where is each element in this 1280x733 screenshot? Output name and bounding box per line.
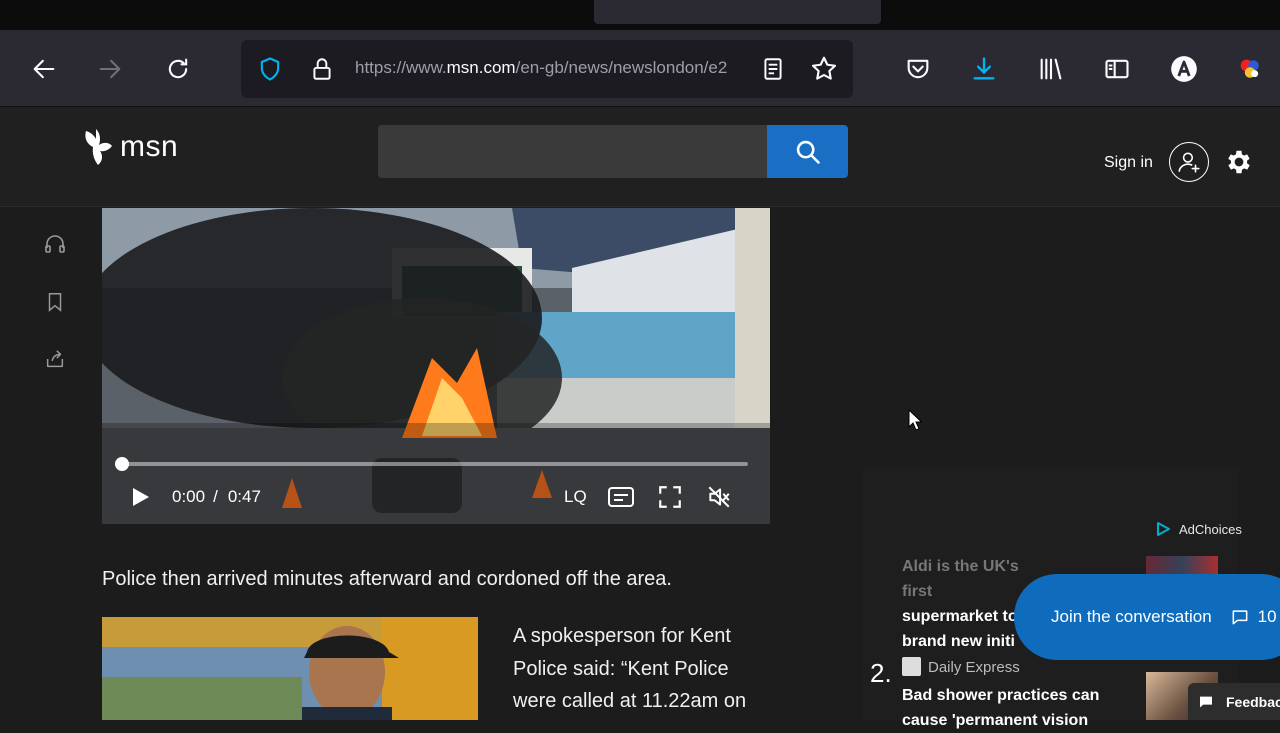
mouse-cursor-icon xyxy=(908,409,922,431)
extensions-button[interactable] xyxy=(1228,30,1272,107)
sidebar-icon xyxy=(1105,59,1129,78)
time-separator: / xyxy=(213,487,218,506)
reload-button[interactable] xyxy=(156,30,200,107)
quality-button[interactable]: LQ xyxy=(564,482,587,512)
msn-logo[interactable]: msn xyxy=(82,127,178,167)
pocket-button[interactable] xyxy=(896,30,940,107)
driver-photo xyxy=(102,617,478,720)
comment-count: 10 xyxy=(1230,607,1277,627)
trending-story-2[interactable]: Bad shower practices can cause 'permanen… xyxy=(902,683,1122,733)
download-icon xyxy=(973,56,995,80)
search-button[interactable] xyxy=(767,125,848,178)
share-button[interactable] xyxy=(42,346,68,372)
settings-button[interactable] xyxy=(1224,147,1254,177)
url-path: /en-gb/news/newslondon/e2 xyxy=(515,58,728,77)
browser-tab-strip xyxy=(0,0,1280,30)
bookmark-star-icon[interactable] xyxy=(809,54,839,84)
feedback-icon xyxy=(1200,696,1212,707)
quote-line: were called at 11.22am on xyxy=(513,690,747,712)
play-icon xyxy=(133,488,149,506)
active-tab[interactable] xyxy=(594,0,881,24)
captions-button[interactable] xyxy=(607,482,635,512)
add-user-icon xyxy=(1178,152,1200,173)
article-image[interactable] xyxy=(102,617,478,720)
story-source[interactable]: Daily Express xyxy=(928,659,1020,676)
feedback-label: Feedback xyxy=(1226,693,1280,710)
library-button[interactable] xyxy=(1029,30,1073,107)
lock-icon[interactable] xyxy=(307,54,337,84)
downloads-button[interactable] xyxy=(962,30,1006,107)
search-icon xyxy=(796,140,820,164)
comment-icon xyxy=(1232,610,1248,625)
logo-text: msn xyxy=(120,130,179,163)
quote-line: A spokesperson for Kent xyxy=(513,625,731,647)
arrow-left-icon xyxy=(33,59,55,78)
pocket-icon xyxy=(907,59,929,78)
site-header: msn Sign in xyxy=(0,107,1280,207)
save-article-button[interactable] xyxy=(42,289,68,315)
butterfly-icon xyxy=(85,129,112,165)
join-label: Join the conversation xyxy=(1051,607,1212,626)
fullscreen-button[interactable] xyxy=(657,482,683,512)
bookmark-icon xyxy=(48,293,62,312)
reader-view-icon[interactable] xyxy=(758,54,788,84)
join-conversation-button[interactable]: Join the conversation 10 xyxy=(1014,574,1280,660)
account-letter-icon xyxy=(1171,55,1197,82)
captions-icon xyxy=(608,487,634,507)
comment-count-value: 10 xyxy=(1257,607,1277,626)
quote-line: Police said: “Kent Police xyxy=(513,657,729,680)
color-balls-icon xyxy=(1240,59,1259,78)
headphones-icon xyxy=(45,235,65,253)
url-text[interactable]: https://www.msn.com/en-gb/news/newslondo… xyxy=(355,58,745,78)
video-progress-bar[interactable] xyxy=(122,462,748,466)
search-box xyxy=(378,125,848,178)
video-time-display: 0:00 / 0:47 xyxy=(172,482,261,512)
forward-button[interactable] xyxy=(88,30,132,107)
listen-button[interactable] xyxy=(42,231,68,257)
video-scrubber-handle[interactable] xyxy=(115,457,129,471)
muted-speaker-icon xyxy=(708,486,730,508)
adchoices-link[interactable]: AdChoices xyxy=(1155,521,1242,537)
story-title-line: cause 'permanent vision xyxy=(902,712,1089,729)
fullscreen-icon xyxy=(659,486,681,508)
video-frame xyxy=(102,208,770,524)
video-player[interactable]: 0:00 / 0:47 LQ xyxy=(102,208,770,524)
adchoices-label: AdChoices xyxy=(1179,521,1242,537)
feedback-button[interactable]: Feedback xyxy=(1188,683,1280,720)
mute-button[interactable] xyxy=(705,482,733,512)
account-button[interactable] xyxy=(1162,30,1206,107)
search-input[interactable] xyxy=(378,125,768,178)
gear-icon xyxy=(1228,150,1250,174)
user-avatar-button[interactable] xyxy=(1169,142,1209,182)
sign-in-link[interactable]: Sign in xyxy=(1104,154,1153,172)
video-duration: 0:47 xyxy=(227,487,261,506)
story-title-line: Bad shower practices can xyxy=(902,687,1100,704)
shield-icon[interactable] xyxy=(255,54,285,84)
story-rank: 2. xyxy=(870,658,892,688)
browser-toolbar: https://www.msn.com/en-gb/news/newslondo… xyxy=(0,30,1280,107)
library-icon xyxy=(1040,58,1062,79)
current-time: 0:00 xyxy=(172,487,206,506)
article-paragraph: Police then arrived minutes afterward an… xyxy=(102,568,672,590)
article-quote: A spokesperson for Kent Police said: “Ke… xyxy=(513,620,783,718)
share-icon xyxy=(46,350,64,368)
arrow-right-icon xyxy=(99,59,121,78)
url-domain: msn.com xyxy=(446,58,516,77)
back-button[interactable] xyxy=(22,30,66,107)
address-bar[interactable]: https://www.msn.com/en-gb/news/newslondo… xyxy=(241,40,853,98)
adchoices-icon xyxy=(1157,522,1170,536)
reload-icon xyxy=(168,58,188,78)
sidebar-toggle-button[interactable] xyxy=(1095,30,1139,107)
url-prefix: https://www. xyxy=(355,58,447,77)
play-button[interactable] xyxy=(128,482,152,512)
source-logo-icon xyxy=(902,657,921,676)
